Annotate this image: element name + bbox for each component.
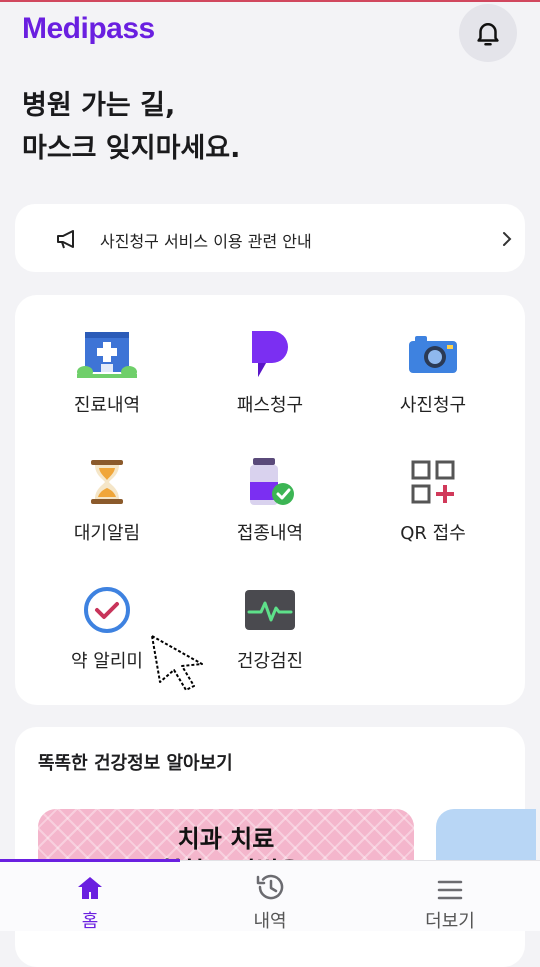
service-menu-card: 진료내역 패스청구 사진청구 대기알림 접종내역 QR 접수 약 알리미 건강검…: [15, 295, 525, 705]
vaccine-vial-icon: [250, 458, 294, 505]
menu-item-label: QR 접수: [400, 523, 466, 544]
home-icon: [78, 877, 102, 899]
chevron-right-icon: [503, 232, 512, 246]
menu-item-label: 패스청구: [236, 395, 304, 416]
nav-label: 내역: [253, 911, 287, 932]
medicine-check-icon: [84, 587, 130, 633]
top-accent-line: [0, 0, 540, 2]
notification-button[interactable]: [459, 4, 517, 62]
menu-item-qr-reception[interactable]: QR 접수: [358, 451, 508, 545]
bell-icon: [477, 23, 499, 46]
hospital-icon: [77, 332, 137, 378]
menu-item-pass-claim[interactable]: 패스청구: [195, 323, 345, 417]
nav-label: 홈: [81, 911, 99, 932]
menu-item-label: 접종내역: [236, 523, 304, 544]
menu-item-wait-alert[interactable]: 대기알림: [32, 451, 182, 545]
nav-more[interactable]: 더보기: [360, 861, 540, 932]
health-monitor-icon: [245, 590, 295, 630]
notice-text: 사진청구 서비스 이용 관련 안내: [100, 232, 312, 251]
headline-line-2: 마스크 잊지마세요.: [22, 133, 241, 164]
app-logo[interactable]: Medipass: [22, 12, 155, 46]
megaphone-icon: [57, 230, 74, 249]
menu-item-health-checkup[interactable]: 건강검진: [195, 579, 345, 673]
menu-item-label: 사진청구: [399, 395, 467, 416]
menu-item-treatment-history[interactable]: 진료내역: [32, 323, 182, 417]
nav-history[interactable]: 내역: [180, 861, 360, 932]
bottom-navigation: 홈 내역 더보기: [0, 859, 540, 932]
pass-claim-icon: [252, 331, 288, 377]
hourglass-icon: [91, 460, 123, 504]
mouse-pointer-icon: [151, 635, 203, 691]
nav-home[interactable]: 홈: [0, 861, 180, 932]
menu-item-label: 진료내역: [73, 395, 141, 416]
history-icon: [256, 874, 284, 900]
nav-label: 더보기: [425, 911, 475, 932]
headline-line-1: 병원 가는 길,: [22, 90, 176, 121]
menu-item-label: 건강검진: [236, 651, 304, 672]
section-title: 똑똑한 건강정보 알아보기: [38, 753, 233, 774]
menu-icon: [437, 880, 463, 900]
menu-item-vaccination-history[interactable]: 접종내역: [195, 451, 345, 545]
banner-title: 치과 치료: [177, 825, 275, 853]
qr-add-icon: [411, 460, 455, 504]
menu-item-photo-claim[interactable]: 사진청구: [358, 323, 508, 417]
menu-item-label: 대기알림: [73, 523, 141, 544]
camera-icon: [409, 336, 457, 373]
notice-banner[interactable]: 사진청구 서비스 이용 관련 안내: [15, 204, 525, 272]
page-headline: 병원 가는 길, 마스크 잊지마세요.: [22, 84, 240, 170]
